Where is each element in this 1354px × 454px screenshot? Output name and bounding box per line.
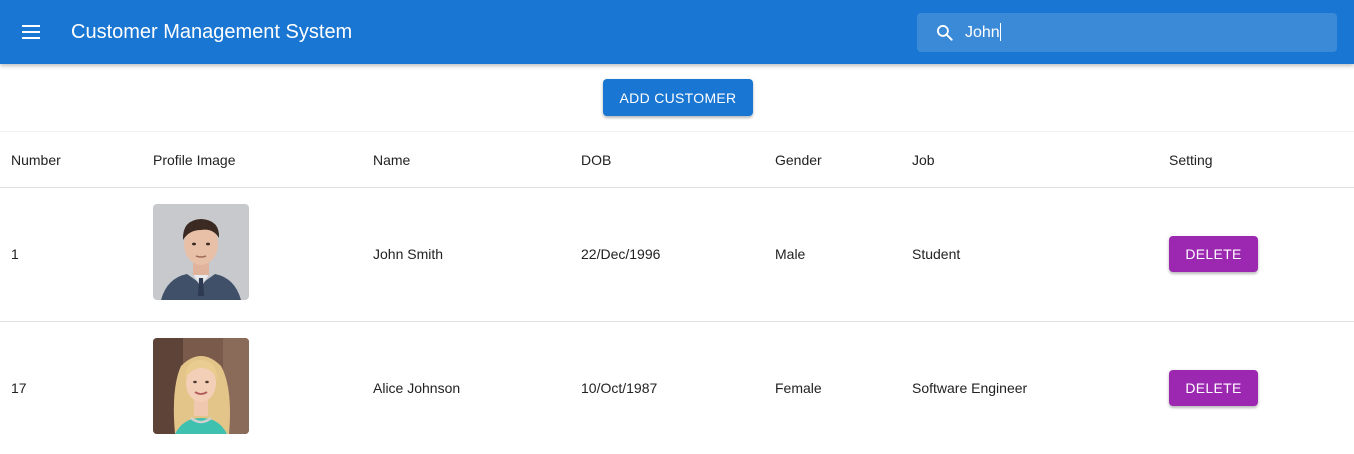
cell-job: Student <box>912 246 961 262</box>
profile-photo-man <box>153 204 249 300</box>
search-input[interactable] <box>965 13 1325 52</box>
app-bar: Customer Management System <box>0 0 1354 64</box>
search-box[interactable] <box>917 13 1337 52</box>
header-gender: Gender <box>775 152 822 168</box>
cell-gender: Male <box>775 246 806 262</box>
delete-button[interactable]: DELETE <box>1169 370 1258 406</box>
cell-setting: DELETE <box>1169 236 1258 272</box>
header-name: Name <box>373 152 411 168</box>
table-header-row: Number Profile Image Name DOB Gender Job… <box>0 131 1354 188</box>
table-row: 1 John Smith 22/Dec/1996 Male Student DE… <box>0 188 1354 322</box>
add-customer-button[interactable]: ADD CUSTOMER <box>603 79 753 116</box>
header-setting: Setting <box>1169 152 1213 168</box>
header-number: Number <box>11 152 61 168</box>
cell-gender: Female <box>775 380 822 396</box>
menu-icon[interactable] <box>20 22 42 42</box>
delete-button[interactable]: DELETE <box>1169 236 1258 272</box>
customer-table: Number Profile Image Name DOB Gender Job… <box>0 131 1354 454</box>
text-caret <box>1000 23 1001 41</box>
search-icon <box>937 25 953 41</box>
cell-profile-image <box>153 204 249 300</box>
header-profile-image: Profile Image <box>153 152 236 168</box>
header-dob: DOB <box>581 152 612 168</box>
cell-job: Software Engineer <box>912 380 1028 396</box>
cell-dob: 10/Oct/1987 <box>581 380 658 396</box>
header-job: Job <box>912 152 935 168</box>
cell-number: 1 <box>11 246 19 262</box>
cell-profile-image <box>153 338 249 434</box>
cell-name: Alice Johnson <box>373 380 461 396</box>
cell-dob: 22/Dec/1996 <box>581 246 661 262</box>
cell-name: John Smith <box>373 246 444 262</box>
cell-number: 17 <box>11 380 27 396</box>
app-title: Customer Management System <box>71 21 353 43</box>
cell-setting: DELETE <box>1169 370 1258 406</box>
table-row: 17 Alice Johnson 10/Oct/1987 Female Soft… <box>0 322 1354 454</box>
profile-photo-woman <box>153 338 249 434</box>
